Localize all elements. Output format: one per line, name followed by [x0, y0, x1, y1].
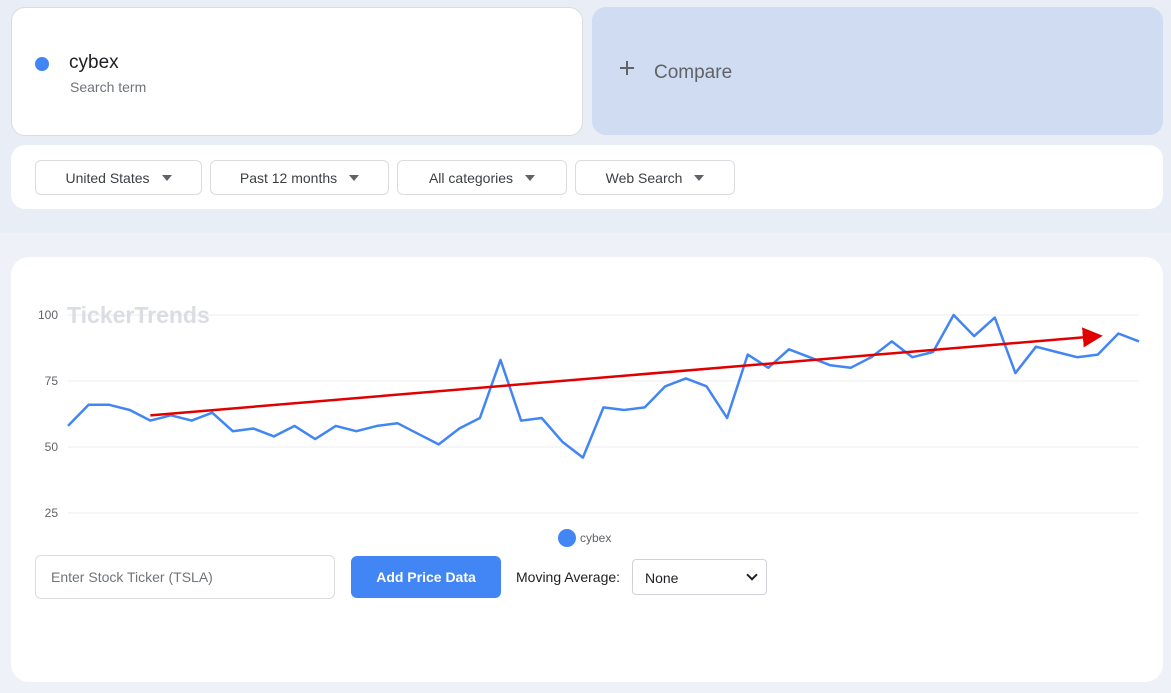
data-point[interactable] [1136, 338, 1142, 344]
category-label: All categories [428, 169, 514, 186]
filter-bar: United States Past 12 months All categor… [11, 145, 1163, 209]
data-point[interactable] [1054, 349, 1060, 355]
data-point[interactable] [312, 436, 318, 442]
data-point[interactable] [436, 441, 442, 447]
y-tick-label: 75 [45, 374, 59, 388]
search-term-name[interactable]: cybex [69, 52, 119, 74]
search-type-label: Web Search [605, 169, 683, 186]
data-point[interactable] [580, 455, 586, 461]
time-range-label: Past 12 months [239, 169, 338, 186]
data-point[interactable] [127, 407, 133, 413]
data-point[interactable] [827, 362, 833, 368]
data-point[interactable] [909, 354, 915, 360]
legend-swatch [558, 529, 576, 547]
data-point[interactable] [889, 338, 895, 344]
data-point[interactable] [601, 404, 607, 410]
time-range-dropdown[interactable]: Past 12 months [210, 160, 389, 195]
data-point[interactable] [642, 404, 648, 410]
data-point[interactable] [992, 315, 998, 321]
data-point[interactable] [951, 312, 957, 318]
category-dropdown[interactable]: All categories [397, 160, 567, 195]
data-point[interactable] [703, 383, 709, 389]
moving-average-value: None [645, 570, 679, 586]
data-point[interactable] [498, 357, 504, 363]
add-price-data-button[interactable]: Add Price Data [351, 556, 501, 598]
trend-arrow [150, 327, 1103, 417]
series-color-dot [35, 57, 49, 71]
data-point[interactable] [1012, 370, 1018, 376]
data-point[interactable] [683, 375, 689, 381]
data-point[interactable] [559, 439, 565, 445]
data-point[interactable] [971, 333, 977, 339]
data-point[interactable] [271, 433, 277, 439]
compare-button[interactable]: Compare [592, 7, 1163, 135]
data-point[interactable] [1033, 344, 1039, 350]
search-type-dropdown[interactable]: Web Search [575, 160, 735, 195]
data-point[interactable] [1074, 354, 1080, 360]
data-point[interactable] [662, 383, 668, 389]
data-point[interactable] [621, 407, 627, 413]
data-point[interactable] [292, 423, 298, 429]
moving-average-select[interactable]: None [632, 559, 767, 595]
stock-ticker-input[interactable] [35, 555, 335, 599]
data-point[interactable] [518, 418, 524, 424]
watermark: TickerTrends [67, 302, 210, 328]
data-point[interactable] [189, 418, 195, 424]
data-point[interactable] [786, 346, 792, 352]
search-term-card[interactable]: cybex Search term [11, 7, 583, 136]
data-point[interactable] [250, 426, 256, 432]
region-label: United States [65, 169, 150, 186]
data-point[interactable] [353, 428, 359, 434]
data-point[interactable] [456, 426, 462, 432]
data-point[interactable] [539, 415, 545, 421]
legend-label: cybex [580, 531, 612, 545]
data-point[interactable] [848, 365, 854, 371]
moving-average-label: Moving Average: [516, 569, 621, 585]
data-point[interactable] [374, 423, 380, 429]
data-point[interactable] [745, 352, 751, 358]
y-tick-label: 25 [45, 506, 59, 520]
data-point[interactable] [333, 423, 339, 429]
data-point[interactable] [106, 402, 112, 408]
data-point[interactable] [765, 365, 771, 371]
plus-icon [618, 59, 636, 77]
search-term-subtitle: Search term [70, 79, 147, 95]
compare-label: Compare [654, 62, 733, 83]
interest-chart-card: 100 75 50 25 TickerTrends cybex Add Price D… [11, 257, 1163, 682]
caret-down-icon [349, 174, 360, 181]
y-tick-label: 100 [38, 308, 58, 322]
region-dropdown[interactable]: United States [35, 160, 202, 195]
data-point[interactable] [147, 418, 153, 424]
interest-over-time-chart: 100 75 50 25 [38, 308, 1142, 520]
data-point[interactable] [230, 428, 236, 434]
caret-down-icon [694, 174, 705, 181]
series-line-cybex [67, 313, 1140, 459]
data-point[interactable] [86, 402, 92, 408]
data-point[interactable] [65, 423, 71, 429]
data-point[interactable] [477, 415, 483, 421]
data-point[interactable] [724, 415, 730, 421]
data-point[interactable] [1095, 352, 1101, 358]
caret-down-icon [525, 174, 536, 181]
chart-legend[interactable]: cybex [558, 529, 611, 547]
y-tick-label: 50 [45, 440, 59, 454]
data-point[interactable] [1115, 330, 1121, 336]
data-point[interactable] [395, 420, 401, 426]
caret-down-icon [161, 174, 172, 181]
data-point[interactable] [415, 431, 421, 437]
chevron-down-icon [746, 569, 758, 581]
